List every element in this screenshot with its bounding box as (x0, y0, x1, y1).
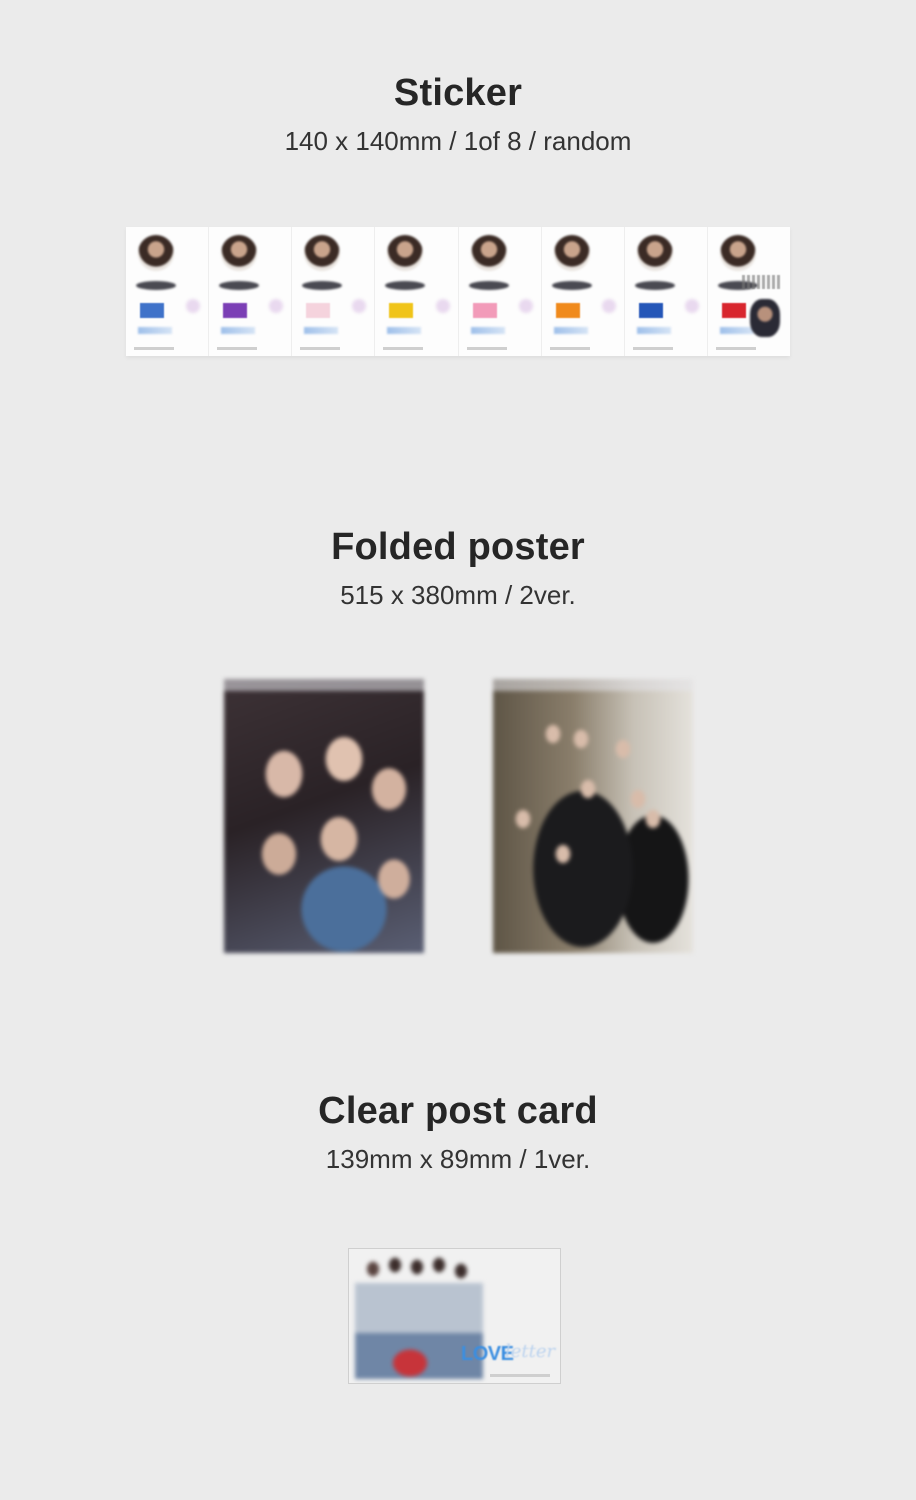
sticker-badge (468, 281, 509, 290)
sticker-logo (553, 327, 588, 334)
avatar-image (750, 299, 780, 337)
poster-title: Folded poster (331, 526, 585, 568)
sticker-badge (219, 281, 260, 290)
poster-image-version-2 (493, 679, 693, 953)
sticker-logo (387, 327, 422, 334)
sticker-footer (217, 347, 258, 350)
sticker-badge (136, 281, 176, 290)
sticker-panel (209, 227, 293, 356)
postcard-image: LOVE letter (348, 1248, 561, 1384)
postcard-footer (490, 1374, 550, 1377)
sticker-footer (632, 347, 673, 350)
sticker-decoration (435, 299, 450, 313)
portrait-image (553, 235, 590, 271)
portrait-image (221, 235, 258, 271)
sticker-color-block (389, 303, 414, 318)
postcard-subtitle: 139mm x 89mm / 1ver. (325, 1144, 591, 1174)
sticker-footer (383, 347, 424, 350)
poster-subtitle: 515 x 380mm / 2ver. (340, 580, 576, 610)
sticker-panel (624, 227, 708, 356)
sticker-text-graphic (742, 275, 782, 289)
portrait-image (636, 235, 673, 271)
sticker-panel (292, 227, 376, 356)
sticker-footer (466, 347, 507, 350)
sticker-logo (719, 327, 754, 334)
postcard-logo-script: letter (505, 1341, 556, 1362)
poster-header-strip (224, 679, 424, 691)
sticker-color-block (472, 303, 497, 318)
sticker-color-block (223, 303, 248, 318)
sticker-badge (551, 281, 592, 290)
sticker-title: Sticker (393, 72, 523, 114)
sticker-logo (636, 327, 671, 334)
poster-header-strip (493, 679, 693, 691)
sticker-footer (549, 347, 590, 350)
sticker-logo (138, 327, 172, 334)
sticker-decoration (518, 299, 533, 313)
sticker-color-block (721, 303, 746, 318)
sticker-decoration (186, 299, 201, 313)
postcard-title: Clear post card (318, 1090, 598, 1132)
sticker-badge (302, 281, 343, 290)
sticker-logo (470, 327, 505, 334)
sticker-color-block (638, 303, 663, 318)
sticker-footer (300, 347, 341, 350)
sticker-panel (458, 227, 542, 356)
sticker-footer (134, 347, 174, 350)
portrait-image (138, 235, 174, 271)
sticker-panel (126, 227, 210, 356)
sticker-color-block (306, 303, 331, 318)
poster-image-version-1 (224, 679, 424, 953)
sticker-color-block (140, 303, 164, 318)
sticker-footer (715, 347, 756, 350)
sticker-panel (541, 227, 625, 356)
sticker-panel (707, 227, 790, 356)
sticker-badge (634, 281, 675, 290)
portrait-image (470, 235, 507, 271)
sticker-color-block (555, 303, 580, 318)
sticker-decoration (601, 299, 616, 313)
sticker-logo (221, 327, 256, 334)
sticker-panel (375, 227, 459, 356)
sticker-decoration (684, 299, 699, 313)
sticker-decoration (352, 299, 367, 313)
sticker-logo (304, 327, 339, 334)
portrait-image (304, 235, 341, 271)
sticker-image (126, 227, 790, 356)
sticker-decoration (269, 299, 284, 313)
sticker-subtitle: 140 x 140mm / 1of 8 / random (284, 126, 632, 156)
portrait-image (387, 235, 424, 271)
portrait-image (719, 235, 756, 271)
sticker-badge (385, 281, 426, 290)
